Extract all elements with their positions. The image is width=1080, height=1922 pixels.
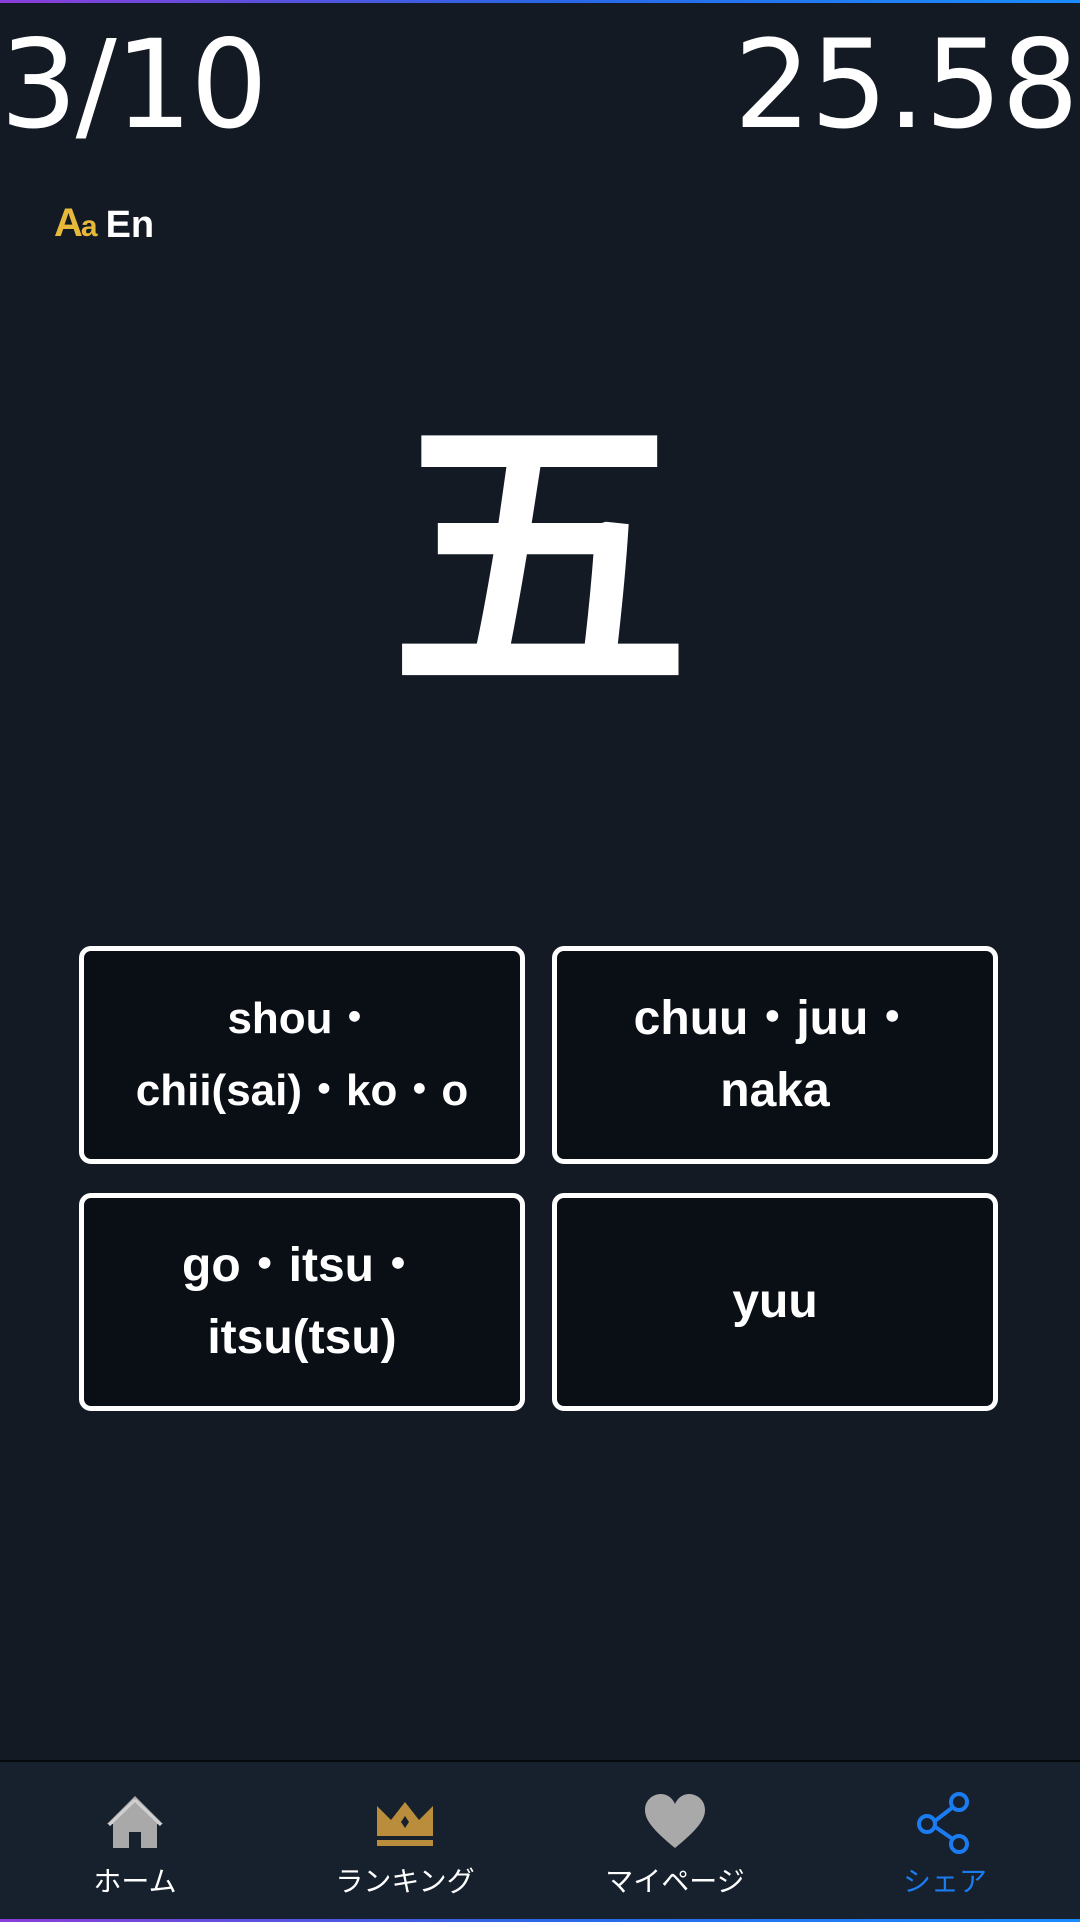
answer-option-1-line-2: chii(sai)・ko・o: [135, 1066, 469, 1115]
nav-item-ranking[interactable]: ランキング: [270, 1762, 540, 1922]
answer-option-1[interactable]: shou・ chii(sai)・ko・o: [79, 946, 525, 1164]
question-kanji: 五: [390, 385, 690, 734]
timer: 25.58: [733, 14, 1079, 156]
answer-option-2-line-1: chuu・juu・: [633, 992, 917, 1045]
answer-option-3-line-2: itsu(tsu): [207, 1311, 397, 1364]
nav-item-home[interactable]: ホーム: [0, 1762, 270, 1922]
nav-label-ranking: ランキング: [335, 1865, 475, 1898]
answer-option-3[interactable]: go・itsu・ itsu(tsu): [79, 1193, 525, 1411]
share-icon: [917, 1792, 969, 1854]
heart-icon: [645, 1794, 705, 1848]
answer-option-2-line-2: naka: [720, 1064, 830, 1117]
nav-label-home: ホーム: [93, 1865, 177, 1898]
answer-option-4[interactable]: yuu: [552, 1193, 998, 1411]
language-toggle-label: En: [105, 203, 155, 246]
top-accent-bar: [0, 0, 1080, 3]
answer-option-4-line-1: yuu: [732, 1275, 818, 1328]
answer-option-3-line-1: go・itsu・: [182, 1239, 422, 1292]
nav-item-share[interactable]: シェア: [810, 1762, 1080, 1922]
answer-option-2[interactable]: chuu・juu・ naka: [552, 946, 998, 1164]
nav-label-mypage: マイページ: [605, 1865, 745, 1898]
bottom-navigation: ホーム ランキング マイページ シェア: [0, 1760, 1080, 1922]
question-progress: 3/10: [0, 14, 268, 156]
language-toggle[interactable]: Aa En: [54, 201, 155, 248]
crown-icon: [377, 1802, 433, 1846]
nav-label-share: シェア: [902, 1865, 987, 1898]
answer-option-1-line-1: shou・: [227, 994, 377, 1043]
font-size-icon: Aa: [54, 201, 98, 245]
nav-item-mypage[interactable]: マイページ: [540, 1762, 810, 1922]
home-icon: [107, 1796, 163, 1848]
